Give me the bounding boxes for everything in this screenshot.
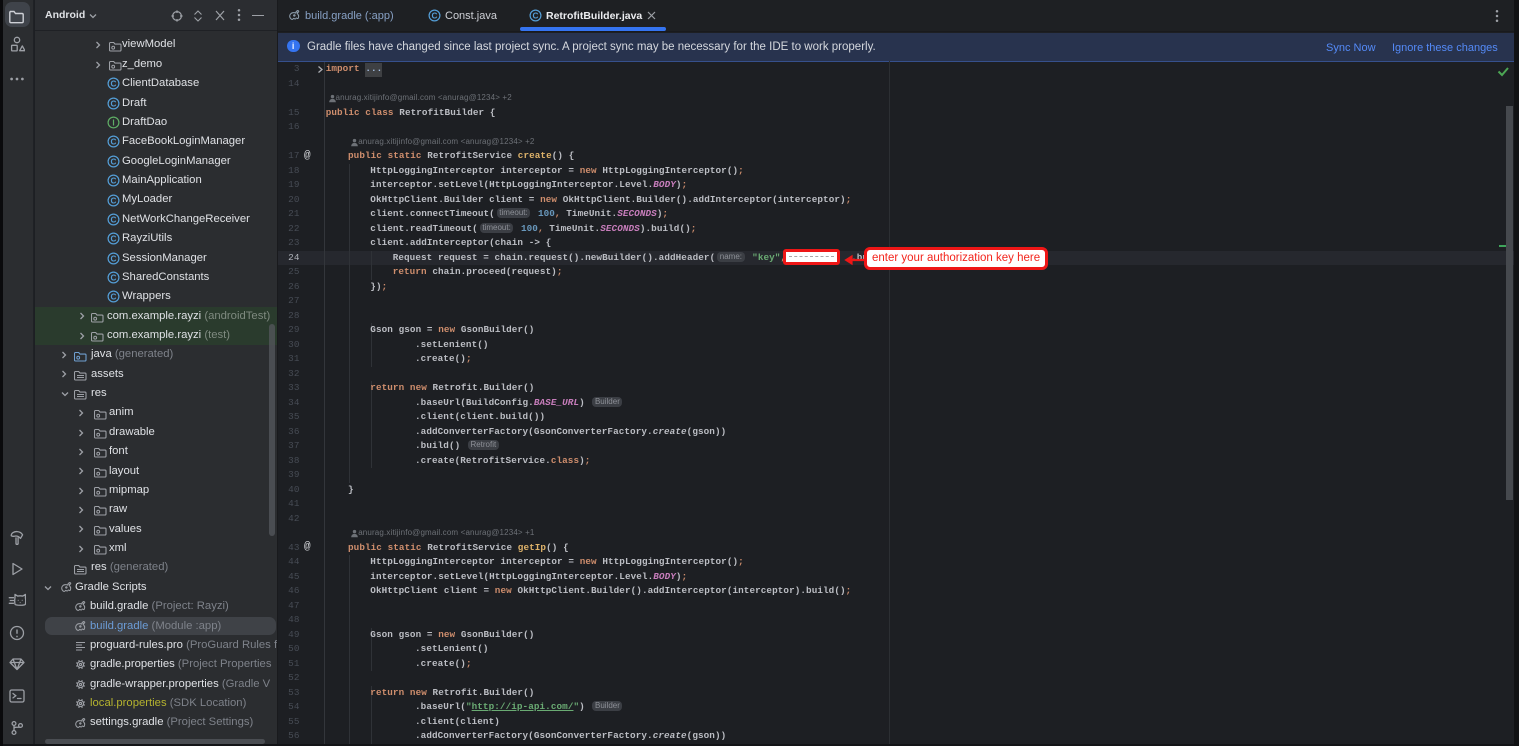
svg-text:C: C <box>111 215 117 224</box>
svg-text:C: C <box>432 11 438 20</box>
svg-text:C: C <box>111 177 117 186</box>
svg-text:C: C <box>533 11 539 20</box>
svg-text:C: C <box>111 293 117 302</box>
svg-text:I: I <box>112 118 114 127</box>
svg-text:C: C <box>111 254 117 263</box>
svg-text:C: C <box>111 80 117 89</box>
svg-text:C: C <box>111 273 117 282</box>
svg-text:C: C <box>111 99 117 108</box>
svg-text:C: C <box>111 138 117 147</box>
svg-text:C: C <box>111 196 117 205</box>
svg-text:C: C <box>111 235 117 244</box>
svg-text:C: C <box>111 157 117 166</box>
